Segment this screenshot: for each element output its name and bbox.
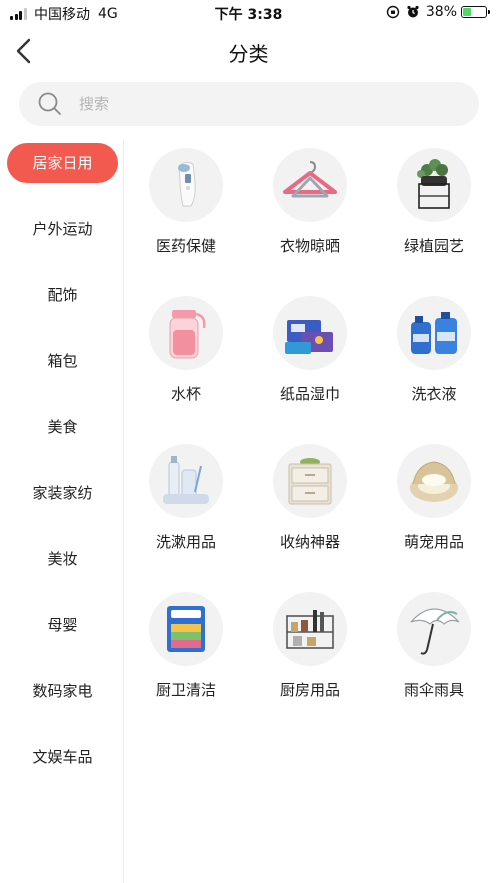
detergent-bottle-icon (397, 296, 471, 370)
category-label: 水杯 (170, 385, 201, 403)
category-item-clothes-drying[interactable]: 衣物晾晒 (248, 140, 372, 280)
category-item-paper-wipes[interactable]: 纸品湿巾 (248, 288, 372, 428)
kitchen-rack-icon (273, 592, 347, 666)
category-label: 衣物晾晒 (279, 237, 340, 255)
category-label: 洗漱用品 (155, 533, 216, 551)
tissue-box-icon (273, 296, 347, 370)
toiletries-icon (149, 444, 223, 518)
orientation-lock-icon (386, 5, 400, 19)
category-label: 厨房用品 (279, 681, 340, 699)
network-type: 4G (98, 6, 118, 22)
category-sidebar: 居家日用 户外运动 配饰 箱包 美食 家装家纺 美妆 母婴 数码家电 文娱车品 (0, 140, 124, 883)
category-item-umbrellas[interactable]: 雨伞雨具 (372, 584, 496, 724)
hanger-icon (273, 148, 347, 222)
alarm-icon (407, 5, 419, 18)
search-icon (38, 92, 61, 115)
sidebar-item-digital[interactable]: 数码家电 (7, 671, 118, 711)
carrier-name: 中国移动 (34, 7, 90, 23)
storage-drawer-icon (273, 444, 347, 518)
sidebar-item-home-textiles[interactable]: 家装家纺 (7, 473, 118, 513)
category-label: 厨卫清洁 (155, 681, 216, 699)
category-item-gardening[interactable]: 绿植园艺 (372, 140, 496, 280)
search-input[interactable] (79, 95, 409, 113)
sidebar-item-home-daily[interactable]: 居家日用 (7, 143, 118, 183)
battery-percent: 38% (425, 4, 457, 20)
page-title: 分类 (228, 42, 269, 66)
nav-bar: 分类 (0, 26, 497, 76)
sidebar-item-bags[interactable]: 箱包 (7, 341, 118, 381)
category-item-toiletries[interactable]: 洗漱用品 (124, 436, 248, 576)
potted-plant-icon (397, 148, 471, 222)
category-label: 收纳神器 (279, 533, 340, 551)
category-item-medicine[interactable]: 医药保健 (124, 140, 248, 280)
status-left: 中国移动 4G (10, 4, 118, 24)
category-item-kitchen-bath-cleaning[interactable]: 厨卫清洁 (124, 584, 248, 724)
category-label: 萌宠用品 (403, 533, 464, 551)
category-item-pet-supplies[interactable]: 萌宠用品 (372, 436, 496, 576)
signal-icon (10, 8, 28, 20)
category-label: 绿植园艺 (403, 237, 464, 255)
sponge-icon (149, 592, 223, 666)
status-bar: 中国移动 4G 下午 3:38 38% (0, 0, 497, 26)
sidebar-item-outdoor-sports[interactable]: 户外运动 (7, 209, 118, 249)
category-label: 纸品湿巾 (279, 385, 340, 403)
sidebar-item-entertainment-car[interactable]: 文娱车品 (7, 737, 118, 777)
category-label: 洗衣液 (411, 385, 457, 403)
thermometer-icon (149, 148, 223, 222)
sidebar-item-food[interactable]: 美食 (7, 407, 118, 447)
category-label: 医药保健 (155, 237, 216, 255)
category-item-laundry-detergent[interactable]: 洗衣液 (372, 288, 496, 428)
category-item-kitchenware[interactable]: 厨房用品 (248, 584, 372, 724)
category-item-water-cup[interactable]: 水杯 (124, 288, 248, 428)
sidebar-item-accessories[interactable]: 配饰 (7, 275, 118, 315)
sidebar-item-beauty[interactable]: 美妆 (7, 539, 118, 579)
search-bar[interactable] (19, 82, 479, 126)
pet-bed-icon (397, 444, 471, 518)
sidebar-item-baby[interactable]: 母婴 (7, 605, 118, 645)
umbrella-icon (397, 592, 471, 666)
water-bottle-icon (149, 296, 223, 370)
battery-icon (461, 6, 490, 18)
status-right: 38% (386, 4, 490, 20)
category-item-storage[interactable]: 收纳神器 (248, 436, 372, 576)
category-label: 雨伞雨具 (403, 681, 464, 699)
